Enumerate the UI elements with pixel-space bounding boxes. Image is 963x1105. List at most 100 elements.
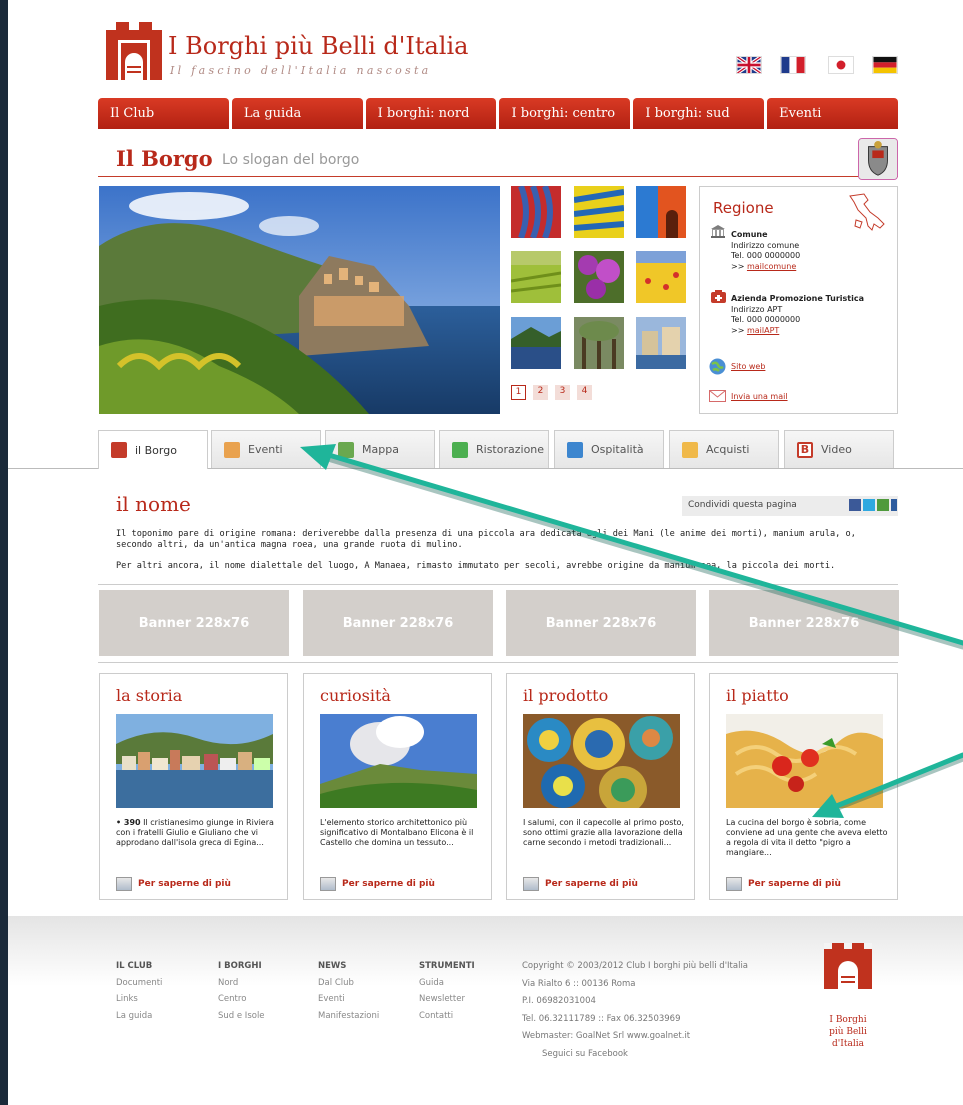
thumb-6[interactable] xyxy=(636,251,686,303)
footer-link[interactable]: Guida xyxy=(419,978,444,988)
card-more-link[interactable]: Per saperne di più xyxy=(320,877,435,891)
main-nav: Il Club La guida I borghi: nord I borghi… xyxy=(98,98,898,129)
section-title-nome: il nome xyxy=(116,492,191,516)
footer-link[interactable]: Centro xyxy=(218,994,246,1004)
footer-link[interactable]: Contatti xyxy=(419,1011,453,1021)
delicious-icon[interactable] xyxy=(891,499,897,511)
footer-col-borghi: I BORGHI Nord Centro Sud e Isole xyxy=(218,958,265,1024)
tab-video[interactable]: B Video xyxy=(784,430,894,468)
twitter-icon[interactable] xyxy=(863,499,875,511)
thumb-2[interactable] xyxy=(574,186,624,238)
fr-flag-icon[interactable] xyxy=(780,56,806,74)
footer-link[interactable]: Eventi xyxy=(318,994,345,1004)
tab-il-borgo[interactable]: il Borgo xyxy=(98,430,208,469)
comune-label: Comune xyxy=(731,230,768,239)
tab-eventi[interactable]: Eventi xyxy=(211,430,321,468)
footer-link[interactable]: Dal Club xyxy=(318,978,354,988)
nav-il-club[interactable]: Il Club xyxy=(98,98,229,129)
footer-logo-line: d'Italia xyxy=(832,1039,864,1049)
divider xyxy=(98,662,898,663)
address-text: Via Rialto 6 :: 00136 Roma xyxy=(522,978,636,989)
thumb-8[interactable] xyxy=(574,317,624,369)
site-web-link[interactable]: Sito web xyxy=(731,362,765,371)
share-label: Condividi questa pagina xyxy=(688,500,797,510)
calendar-icon xyxy=(726,877,742,891)
tab-label: Acquisti xyxy=(706,443,750,456)
card-text: L'elemento storico architettonico più si… xyxy=(320,818,474,847)
card-piatto: il piatto La cucina del borgo è sobria, … xyxy=(709,673,898,900)
card-more-label: Per saperne di più xyxy=(748,879,841,889)
tab-ospitalita[interactable]: Ospitalità xyxy=(554,430,664,468)
nav-borghi-nord[interactable]: I borghi: nord xyxy=(365,98,497,129)
globe-icon xyxy=(709,358,726,375)
thumb-4[interactable] xyxy=(511,251,561,303)
tab-label: Ristorazione xyxy=(476,443,545,456)
card-more-link[interactable]: Per saperne di più xyxy=(116,877,231,891)
thumb-9[interactable] xyxy=(636,317,686,369)
banner-1[interactable]: Banner 228x76 xyxy=(99,590,289,656)
thumb-1[interactable] xyxy=(511,186,561,238)
restaurant-icon xyxy=(452,441,468,458)
card-image-storia[interactable] xyxy=(116,714,273,808)
footer-link[interactable]: Manifestazioni xyxy=(318,1011,379,1021)
tab-acquisti[interactable]: Acquisti xyxy=(669,430,779,468)
logo-tower-icon[interactable] xyxy=(106,22,162,80)
page-2-button[interactable]: 2 xyxy=(533,385,548,400)
comune-mail-link[interactable]: mailcomune xyxy=(747,262,796,271)
footer-link[interactable]: La guida xyxy=(116,1011,152,1021)
comune-tel: Tel. 000 0000000 xyxy=(731,251,801,260)
region-title[interactable]: Regione xyxy=(713,199,774,217)
social-icon[interactable] xyxy=(877,499,889,511)
banner-3[interactable]: Banner 228x76 xyxy=(506,590,696,656)
card-more-label: Per saperne di più xyxy=(342,879,435,889)
tab-ristorazione[interactable]: Ristorazione xyxy=(439,430,549,468)
tel-text: Tel. 06.32111789 :: Fax 06.32503969 xyxy=(522,1013,681,1024)
jp-flag-icon[interactable] xyxy=(828,56,854,74)
thumb-7[interactable] xyxy=(511,317,561,369)
tab-label: il Borgo xyxy=(135,443,177,457)
tab-mappa[interactable]: Mappa xyxy=(325,430,435,468)
logo-title[interactable]: I Borghi più Belli d'Italia xyxy=(168,32,468,60)
card-image-piatto[interactable] xyxy=(726,714,883,808)
card-text: I salumi, con il capecolle al primo post… xyxy=(523,818,684,847)
calendar-icon xyxy=(116,877,132,891)
calendar-icon xyxy=(320,877,336,891)
apt-icon xyxy=(711,290,726,303)
page-4-button[interactable]: 4 xyxy=(577,385,592,400)
card-image-curiosita[interactable] xyxy=(320,714,477,808)
apt-mail-link[interactable]: mailAPT xyxy=(747,326,779,335)
page-3-button[interactable]: 3 xyxy=(555,385,570,400)
nav-borghi-centro[interactable]: I borghi: centro xyxy=(499,98,631,129)
card-more-link[interactable]: Per saperne di più xyxy=(726,877,841,891)
footer-link[interactable]: Documenti xyxy=(116,978,162,988)
hero-image[interactable] xyxy=(99,186,500,414)
nome-paragraph-1: Il toponimo pare di origine romana: deri… xyxy=(116,529,856,550)
facebook-icon[interactable] xyxy=(849,499,861,511)
thumb-5[interactable] xyxy=(574,251,624,303)
banner-2[interactable]: Banner 228x76 xyxy=(303,590,493,656)
footer-logo-icon[interactable] xyxy=(824,943,872,989)
nav-la-guida[interactable]: La guida xyxy=(231,98,363,129)
footer-col-strumenti: STRUMENTI Guida Newsletter Contatti xyxy=(419,958,475,1024)
card-title: il piatto xyxy=(726,686,789,705)
card-image-prodotto[interactable] xyxy=(523,714,680,808)
footer-link[interactable]: Newsletter xyxy=(419,994,465,1004)
card-more-link[interactable]: Per saperne di più xyxy=(523,877,638,891)
map-icon xyxy=(338,441,354,458)
de-flag-icon[interactable] xyxy=(872,56,898,74)
nav-eventi[interactable]: Eventi xyxy=(767,98,898,129)
footer-link[interactable]: Links xyxy=(116,994,138,1004)
facebook-link[interactable]: Seguici su Facebook xyxy=(522,1049,628,1059)
banner-4[interactable]: Banner 228x76 xyxy=(709,590,899,656)
footer-link[interactable]: Sud e Isole xyxy=(218,1011,265,1021)
thumb-3[interactable] xyxy=(636,186,686,238)
footer-link[interactable]: Nord xyxy=(218,978,238,988)
webmaster-link[interactable]: Webmaster: GoalNet Srl www.goalnet.it xyxy=(522,1031,690,1041)
footer-heading: NEWS xyxy=(318,961,347,971)
card-title: curiosità xyxy=(320,686,391,705)
page-1-button[interactable]: 1 xyxy=(511,385,526,400)
uk-flag-icon[interactable] xyxy=(736,56,762,74)
send-mail-link[interactable]: Invia una mail xyxy=(731,392,788,401)
nav-borghi-sud[interactable]: I borghi: sud xyxy=(633,98,765,129)
nome-paragraph-2: Per altri ancora, il nome dialettale del… xyxy=(116,561,836,571)
